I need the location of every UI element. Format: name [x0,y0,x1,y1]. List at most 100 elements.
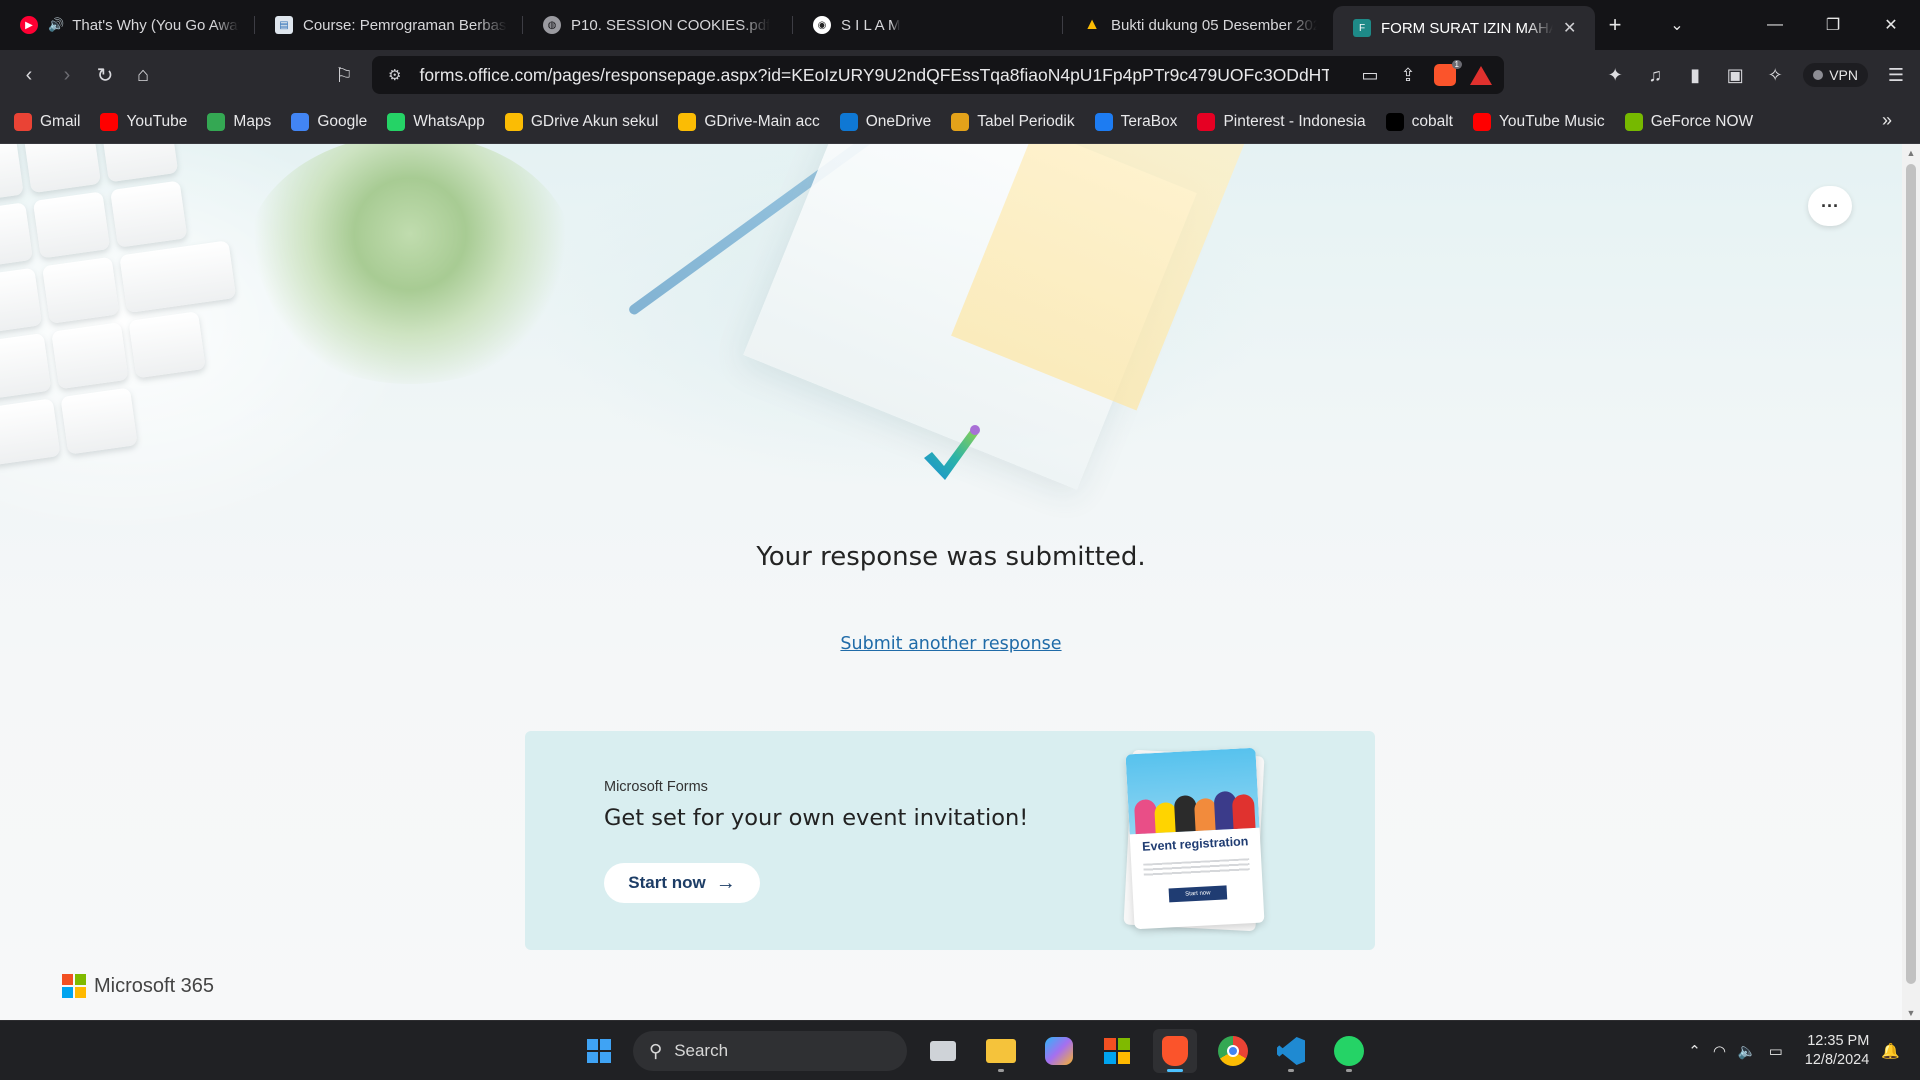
search-placeholder: Search [674,1041,729,1060]
bookmark-label: YouTube Music [1498,112,1605,130]
toolbar-right: ✦ ♫ ▮ ▣ ✧ VPN ☰ [1603,50,1908,100]
restore-button[interactable]: ❐ [1804,0,1862,50]
vpn-button[interactable]: VPN [1803,63,1868,87]
microsoft-store-icon[interactable] [1095,1029,1139,1073]
speaker-icon[interactable]: 🔊 [48,17,64,33]
show-hidden-icons-chevron-icon[interactable]: ⌃ [1688,1042,1701,1060]
bookmarks-bar: Gmail YouTube Maps Google WhatsApp GDrive Aku… [0,100,1920,144]
page-scrollbar[interactable]: ▲ ▼ [1902,144,1920,1020]
window-controls: ⌄ — ❐ ✕ [1648,0,1920,50]
arrow-right-icon: → [715,871,736,894]
tab-title: Bukti dukung 05 Desember 2024 [1111,16,1317,34]
more-options-button[interactable]: ··· [1808,186,1852,226]
brave-shields-icon[interactable]: 1 [1434,60,1462,86]
clock[interactable]: 12:35 PM 12/8/2024 [1805,1032,1870,1070]
keyboard-decoration [0,144,294,503]
vpn-label: VPN [1829,67,1858,83]
site-settings-icon[interactable]: ⚙ [388,66,401,84]
bookmark-label: GeForce NOW [1650,112,1754,130]
share-icon[interactable]: ⇪ [1396,63,1420,87]
back-button[interactable]: ‹ [10,56,48,94]
start-now-button[interactable]: Start now → [604,863,760,903]
battery-icon[interactable]: ▭ [1769,1042,1783,1060]
scrollbar-thumb[interactable] [1906,164,1916,984]
tab-course[interactable]: ▤ Course: Pemrograman Berbasis [255,0,523,50]
gmail-icon [14,112,32,131]
tab-bukti-dukung[interactable]: ▲ Bukti dukung 05 Desember 2024 [1063,0,1333,50]
bookmark-maps[interactable]: Maps [207,112,271,131]
task-view-icon[interactable] [921,1029,965,1073]
close-window-button[interactable]: ✕ [1862,0,1920,50]
chrome-icon[interactable] [1211,1029,1255,1073]
bookmark-gmail[interactable]: Gmail [14,112,81,131]
plant-decoration [245,144,575,384]
copilot-icon[interactable] [1037,1029,1081,1073]
browser-toolbar: ‹ › ↻ ⌂ ⚐ ⚙ forms.office.com/pages/respo… [0,50,1920,100]
close-tab-icon[interactable]: ✕ [1563,18,1576,38]
whatsapp-icon[interactable] [1327,1029,1371,1073]
bookmark-gdrive-akun-sekul[interactable]: GDrive Akun sekul [504,112,658,131]
bookmark-whatsapp[interactable]: WhatsApp [387,112,485,131]
url-text[interactable]: forms.office.com/pages/responsepage.aspx… [419,65,1329,86]
minimize-button[interactable]: — [1746,0,1804,50]
bookmark-onedrive[interactable]: OneDrive [839,112,931,131]
onedrive-icon [839,112,858,131]
menu-icon[interactable]: ☰ [1884,63,1908,87]
card-title: Event registration [1141,834,1249,854]
notification-bell-icon[interactable]: 🔔 [1881,1042,1900,1060]
reload-button[interactable]: ↻ [86,56,124,94]
sidebar-icon[interactable]: ▮ [1683,63,1707,87]
tab-session-cookies[interactable]: ◍ P10. SESSION COOKIES.pdf [523,0,793,50]
tab-title: FORM SURAT IZIN MAHASISWA [1381,19,1553,37]
taskbar-search[interactable]: ⚲ Search [633,1031,907,1071]
bookmark-label: Gmail [40,112,81,130]
promo-brand: Microsoft Forms [604,779,708,795]
bookmark-gdrive-main-acc[interactable]: GDrive-Main acc [678,112,820,131]
tab-youtube-music[interactable]: ▶ 🔊 That's Why (You Go Away) - [0,0,255,50]
tab-silam[interactable]: ◉ S I L A M [793,0,1063,50]
promo-headline: Get set for your own event invitation! [604,805,1029,831]
clock-time: 12:35 PM [1807,1033,1870,1049]
bookmark-terabox[interactable]: TeraBox [1094,112,1177,131]
submit-another-link[interactable]: Submit another response [0,634,1902,654]
scroll-up-icon[interactable]: ▲ [1906,148,1916,158]
maps-icon [207,112,226,131]
wifi-icon[interactable]: ◠ [1713,1042,1726,1060]
tab-form-surat-izin[interactable]: F FORM SURAT IZIN MAHASISWA ✕ [1333,6,1595,50]
brave-rewards-icon[interactable] [1470,65,1492,85]
leo-ai-icon[interactable]: ✧ [1763,63,1787,87]
tab-search-chevron-icon[interactable]: ⌄ [1648,0,1706,50]
more-bookmarks-icon[interactable]: » [1882,110,1892,131]
bookmark-icon[interactable]: ⚐ [325,56,363,94]
youtube-music-icon [1472,112,1491,131]
bookmark-youtube-music[interactable]: YouTube Music [1472,112,1605,131]
new-tab-button[interactable]: + [1595,5,1635,45]
bookmark-tabel-periodik[interactable]: Tabel Periodik [951,112,1075,131]
home-button[interactable]: ⌂ [124,56,162,94]
windows-start-icon[interactable] [579,1031,619,1071]
scroll-down-icon[interactable]: ▼ [1906,1008,1916,1018]
google-icon [291,112,310,131]
system-tray: ⌃ ◠ 🔈 ▭ 12:35 PM 12/8/2024 🔔 [1688,1021,1900,1080]
volume-icon[interactable]: 🔈 [1738,1042,1757,1060]
bookmark-cobalt[interactable]: cobalt [1385,112,1453,131]
media-icon[interactable]: ♫ [1643,63,1667,87]
vscode-icon[interactable] [1269,1029,1313,1073]
pinterest-icon [1197,112,1216,131]
tab-strip: ▶ 🔊 That's Why (You Go Away) - ▤ Course:… [0,0,1920,50]
submit-another-label[interactable]: Submit another response [840,634,1061,654]
cast-icon[interactable]: ▭ [1358,63,1382,87]
brave-icon[interactable] [1153,1029,1197,1073]
bookmark-google[interactable]: Google [291,112,367,131]
bookmark-geforce-now[interactable]: GeForce NOW [1624,112,1754,131]
forward-button[interactable]: › [48,56,86,94]
extensions-icon[interactable]: ✦ [1603,63,1627,87]
wallet-icon[interactable]: ▣ [1723,63,1747,87]
address-bar[interactable]: ⚙ forms.office.com/pages/responsepage.as… [372,56,1504,94]
bookmark-pinterest-indonesia[interactable]: Pinterest - Indonesia [1197,112,1366,131]
checkmark-icon [924,425,980,480]
tab-title: S I L A M [841,16,901,34]
file-explorer-icon[interactable] [979,1029,1023,1073]
tab-title: Course: Pemrograman Berbasis [303,16,507,34]
bookmark-youtube[interactable]: YouTube [100,112,187,131]
